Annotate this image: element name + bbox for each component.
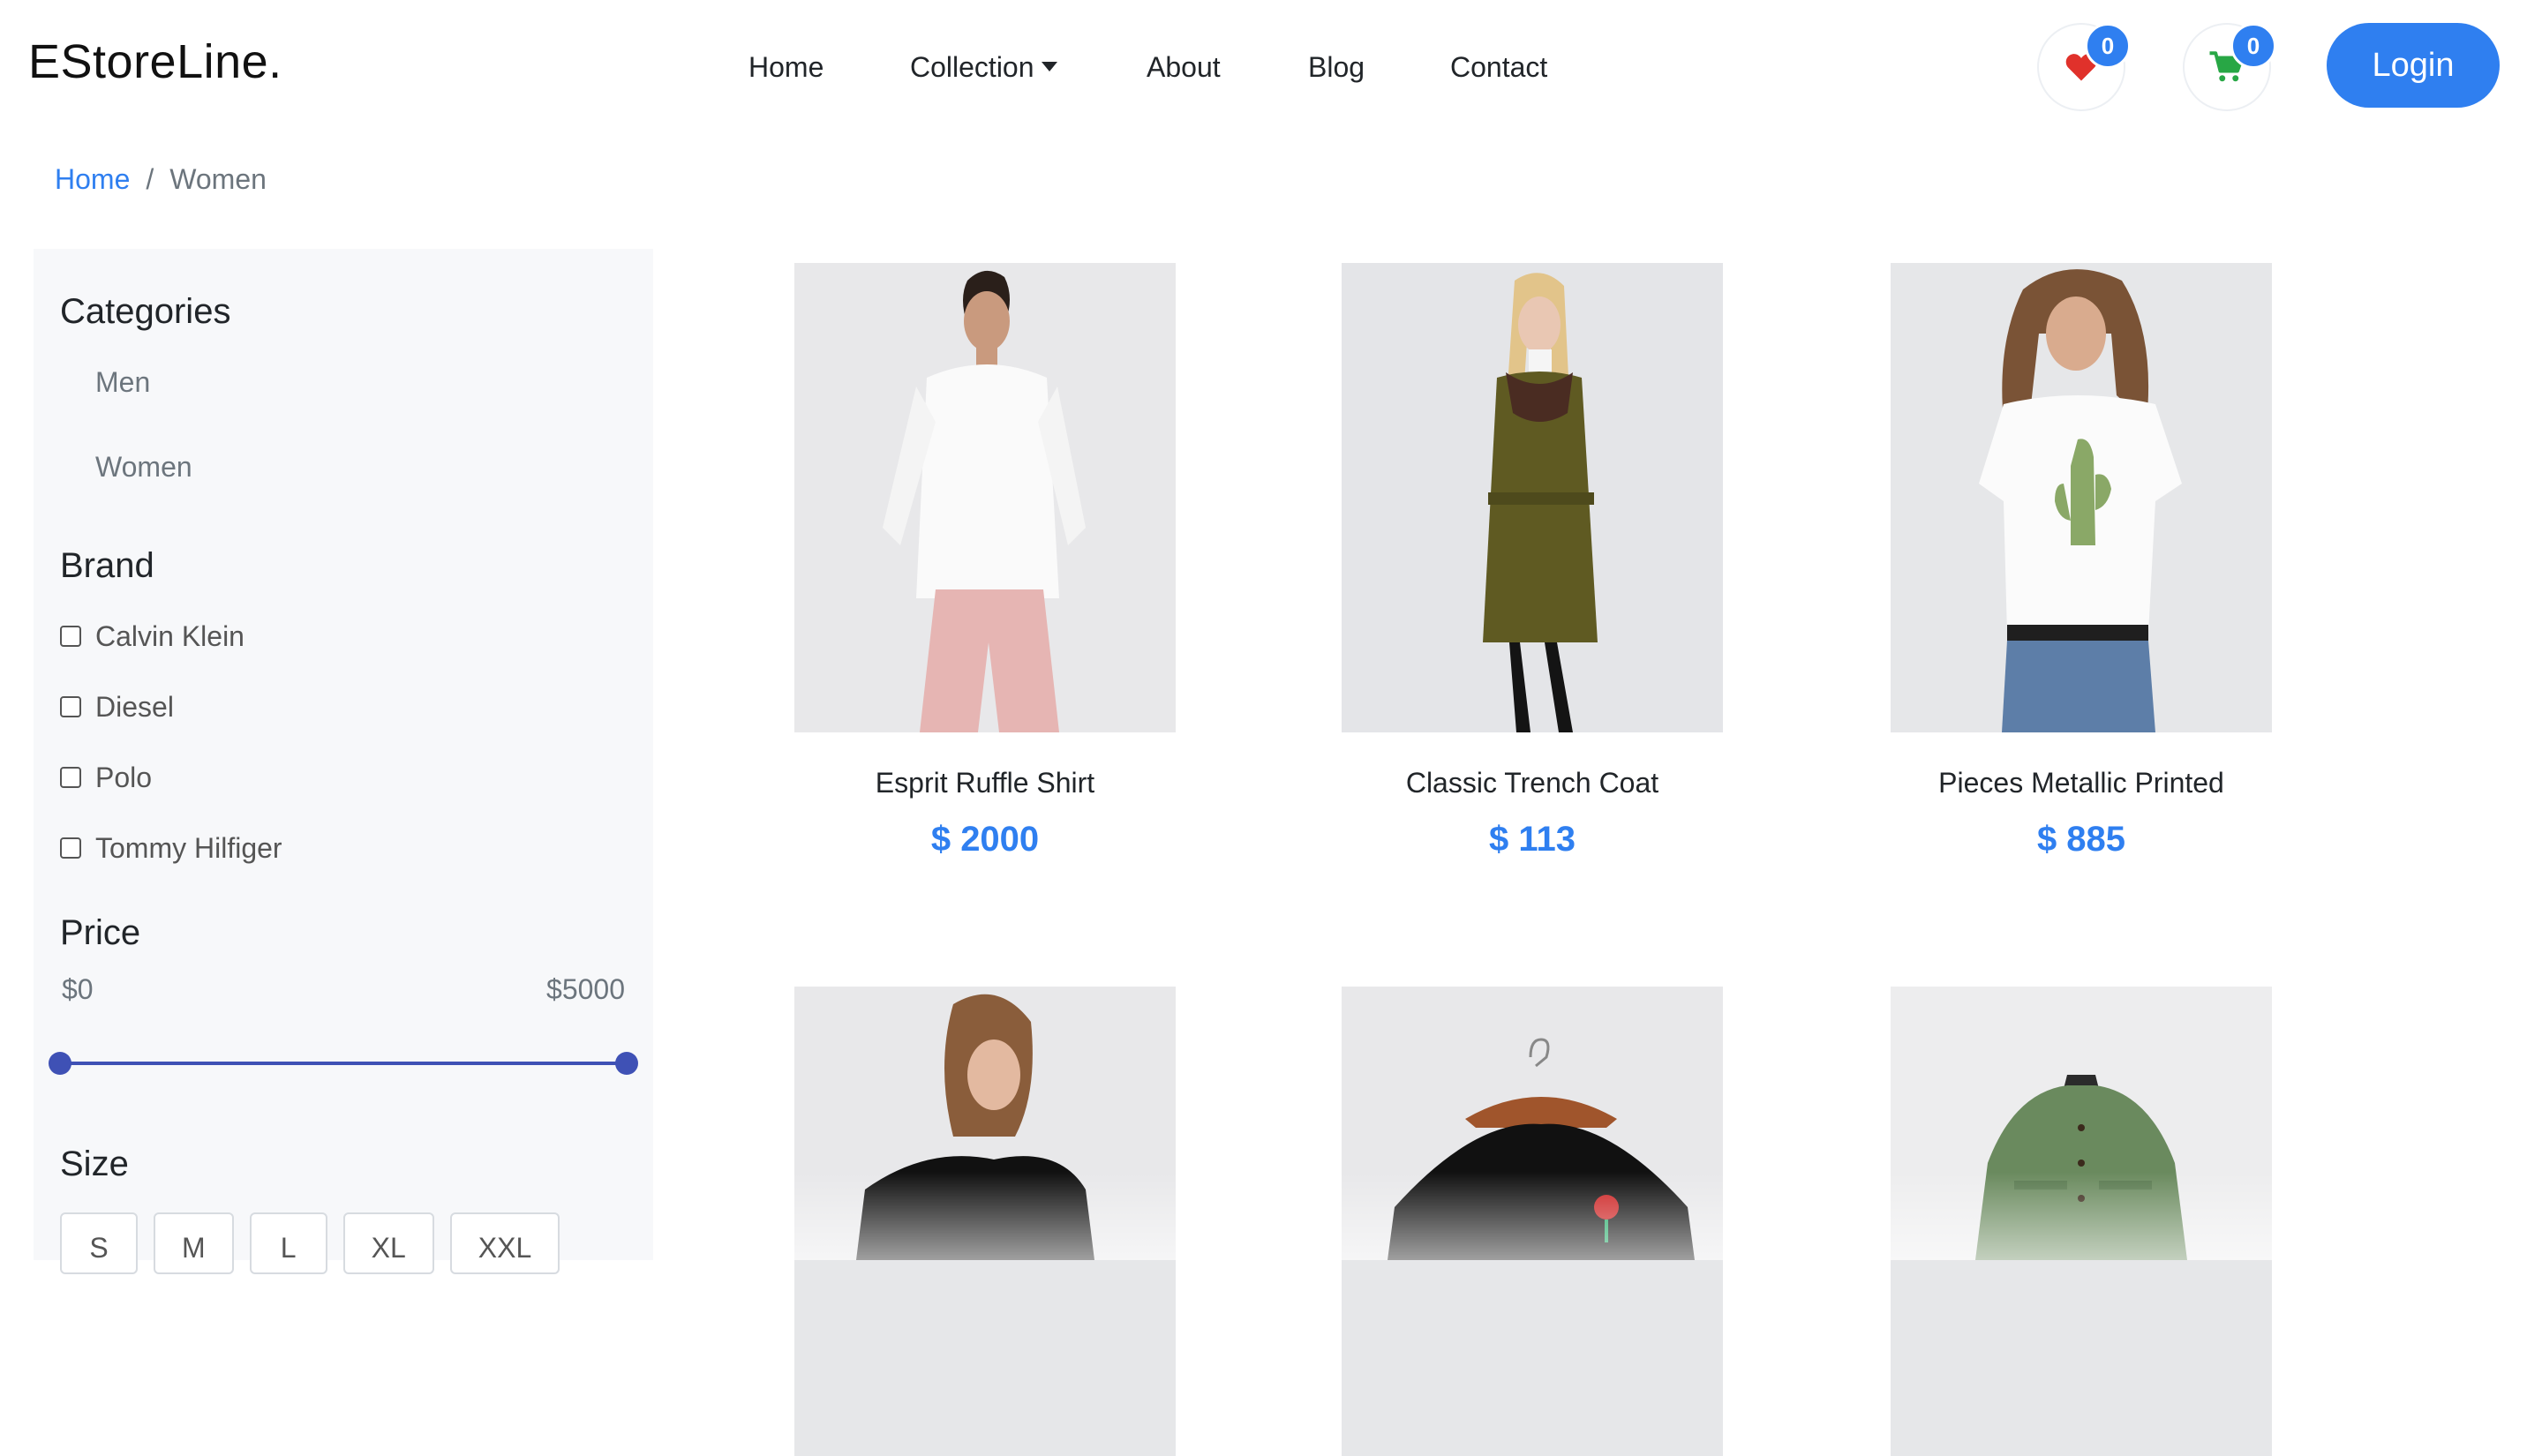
product-name[interactable]: Pieces Metallic Printed [1838,764,2325,801]
size-s-button[interactable]: S [60,1212,138,1274]
size-m-button[interactable]: M [154,1212,234,1274]
price-max-label: $5000 [546,973,625,1005]
wishlist-count-badge: 0 [2085,23,2131,69]
brand-heading: Brand [60,546,154,585]
price-max-handle[interactable] [615,1052,638,1075]
size-xxl-button[interactable]: XXL [449,1212,560,1274]
brand-filter-tommy-hilfiger[interactable]: Tommy Hilfiger [60,829,282,867]
brand-logo[interactable]: EStoreLine. [28,32,282,92]
brand-checkbox[interactable] [60,837,81,859]
size-heading: Size [60,1145,129,1183]
nav-collection[interactable]: Collection [910,44,1057,90]
price-min-handle[interactable] [49,1052,71,1075]
product-image[interactable] [1342,263,1723,732]
price-range-slider[interactable] [49,1052,638,1075]
product-image[interactable] [794,263,1176,732]
category-women[interactable]: Women [95,448,192,485]
product-price: $ 2000 [930,820,1040,859]
breadcrumb: Home / Women [55,161,267,198]
product-card[interactable]: Pieces Metallic Printed $ 885 [1891,263,2272,859]
brand-label: Tommy Hilfiger [95,832,282,864]
product-image[interactable] [1891,987,2272,1456]
brand-filter-diesel[interactable]: Diesel [60,688,174,725]
product-name[interactable]: Esprit Ruffle Shirt [741,764,1229,801]
nav-collection-label: Collection [910,51,1034,83]
size-xl-button[interactable]: XL [342,1212,434,1274]
product-name[interactable]: Classic Trench Coat [1289,764,1776,801]
brand-label: Calvin Klein [95,620,244,652]
size-l-button[interactable]: L [249,1212,327,1274]
brand-checkbox[interactable] [60,626,81,647]
product-image[interactable] [1891,263,2272,732]
price-heading: Price [60,913,141,952]
category-men[interactable]: Men [95,364,150,401]
nav-contact[interactable]: Contact [1450,44,1547,90]
breadcrumb-home-link[interactable]: Home [55,163,130,195]
wishlist-button[interactable]: 0 [2037,23,2131,111]
breadcrumb-current: Women [169,163,267,195]
product-card[interactable] [1342,987,1723,1456]
product-card[interactable]: Esprit Ruffle Shirt $ 2000 [794,263,1176,859]
product-price: $ 885 [2036,820,2126,859]
price-min-label: $0 [62,973,94,1005]
brand-checkbox[interactable] [60,696,81,717]
size-options: S M L XL XXL [60,1212,560,1274]
breadcrumb-separator: / [146,163,154,195]
nav-home[interactable]: Home [748,44,824,90]
product-price: $ 113 [1489,820,1576,859]
filter-sidebar: Categories Men Women Brand Calvin Klein … [34,249,653,1274]
categories-heading: Categories [60,292,231,331]
cart-count-badge: 0 [2230,23,2276,69]
product-card[interactable] [794,987,1176,1456]
brand-filter-polo[interactable]: Polo [60,759,152,796]
chevron-down-icon [1041,62,1057,71]
product-card[interactable]: Classic Trench Coat $ 113 [1342,263,1723,859]
nav-about[interactable]: About [1147,44,1221,90]
product-card[interactable] [1891,987,2272,1456]
brand-checkbox[interactable] [60,767,81,788]
nav-blog[interactable]: Blog [1308,44,1365,90]
brand-label: Diesel [95,691,174,723]
brand-filter-calvin-klein[interactable]: Calvin Klein [60,618,244,655]
product-image[interactable] [794,987,1176,1456]
login-button[interactable]: Login [2327,23,2500,108]
brand-label: Polo [95,762,153,793]
cart-button[interactable]: 0 [2183,23,2276,111]
product-image[interactable] [1342,987,1723,1456]
